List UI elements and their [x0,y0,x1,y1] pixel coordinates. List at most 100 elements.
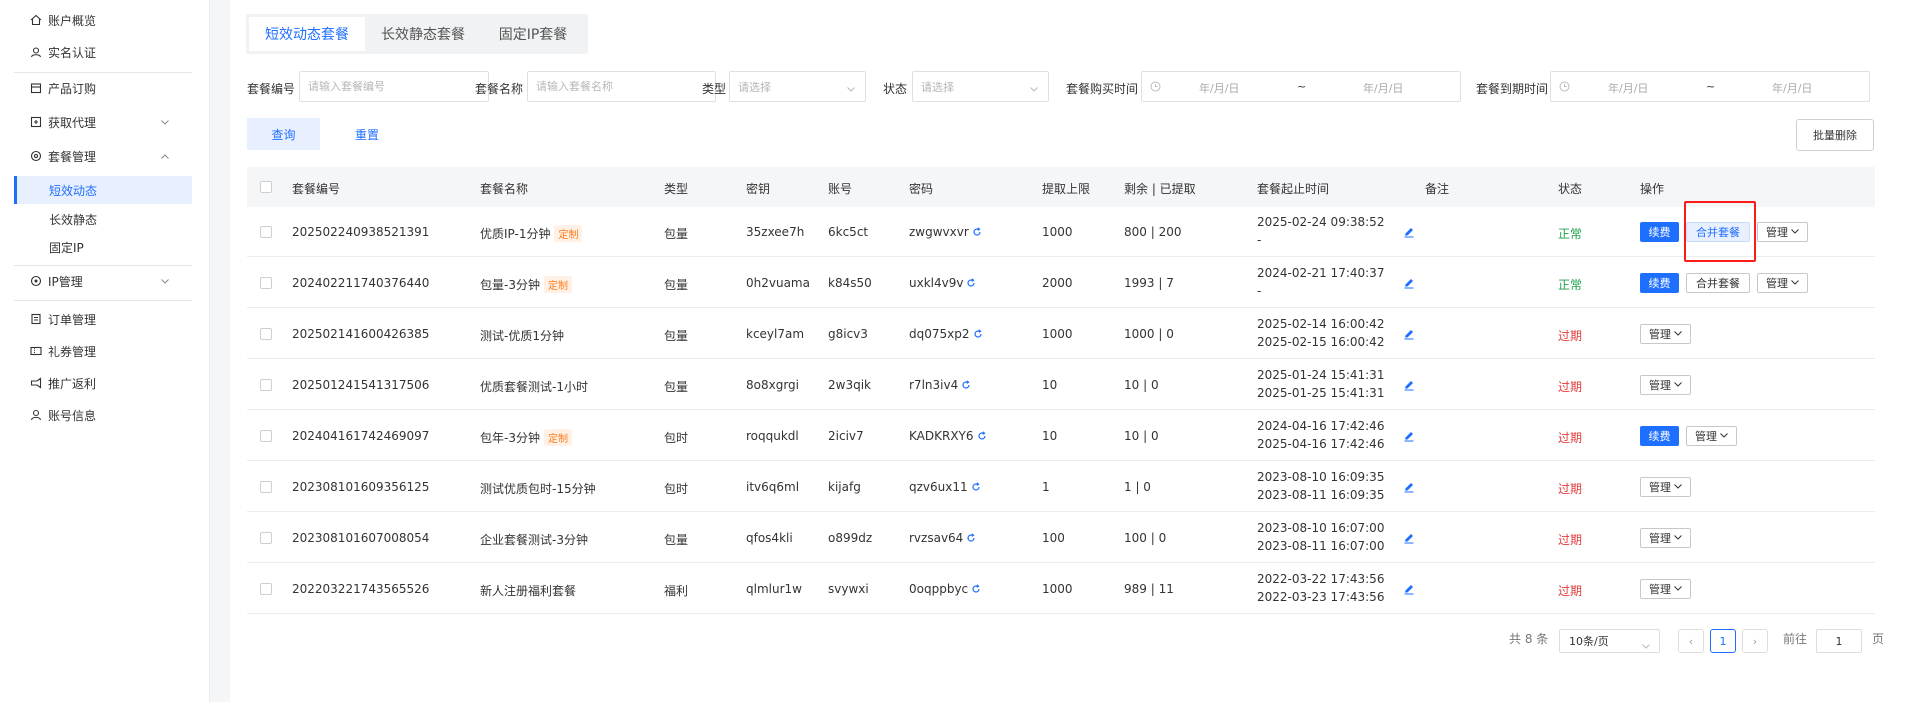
refresh-icon[interactable] [971,583,981,597]
tab-long-static[interactable]: 长效静态套餐 [365,17,481,51]
page-button-1[interactable]: 1 [1710,629,1736,653]
refresh-icon[interactable] [977,430,987,444]
chevron-right-icon: › [1752,634,1758,648]
nav-item-account-overview[interactable]: 账户概览 [0,6,192,34]
renew-button[interactable]: 续费 [1640,426,1679,446]
cell-remain: 10 | 0 [1124,378,1159,392]
manage-dropdown-button[interactable]: 管理 [1686,426,1737,446]
type-select[interactable]: 请选择 [729,71,866,102]
prev-page-button[interactable]: ‹ [1678,629,1704,653]
chevron-down-icon [1674,380,1682,390]
divider [14,72,192,73]
package-id-input[interactable] [308,80,488,93]
sub-item-long-static[interactable]: 长效静态 [14,205,192,233]
manage-dropdown-button[interactable]: 管理 [1640,477,1691,497]
refresh-icon[interactable] [966,277,976,291]
cell-limit: 10 [1042,378,1058,392]
refresh-icon[interactable] [966,532,976,546]
status-select[interactable]: 请选择 [912,71,1049,102]
row-checkbox[interactable] [260,277,272,289]
cell-start-time: 2024-02-21 17:40:37 [1257,266,1385,280]
cell-account: o899dz [828,531,873,545]
nav-item-product-order[interactable]: 产品订购 [0,74,192,102]
manage-label: 管理 [1649,481,1671,494]
table-row: 202501241541317506 优质套餐测试-1小时 包量 8o8xgrgi 2w… [247,360,1875,410]
sub-item-short-dynamic[interactable]: 短效动态 [14,176,192,204]
cell-key: 8o8xgrgi [746,378,800,392]
row-checkbox[interactable] [260,583,272,595]
manage-dropdown-button[interactable]: 管理 [1640,324,1691,344]
nav-item-promotion[interactable]: 推广返利 [0,369,192,397]
cell-package-id: 202502240938521391 [292,225,430,239]
cell-key: qfos4kli [746,531,793,545]
order-icon [29,313,42,326]
edit-note-icon[interactable] [1403,226,1415,238]
nav-item-package-management[interactable]: 套餐管理 [0,142,192,170]
edit-note-icon[interactable] [1403,379,1415,391]
manage-dropdown-button[interactable]: 管理 [1640,375,1691,395]
row-checkbox[interactable] [260,430,272,442]
refresh-icon[interactable] [961,379,971,393]
filter-label-type: 类型 [702,82,727,96]
edit-note-icon[interactable] [1403,583,1415,595]
edit-note-icon[interactable] [1403,430,1415,442]
refresh-icon[interactable] [973,328,983,342]
row-checkbox[interactable] [260,328,272,340]
nav-item-real-name[interactable]: 实名认证 [0,38,192,66]
edit-note-icon[interactable] [1403,532,1415,544]
main-panel: 短效动态套餐 长效静态套餐 固定IP套餐 套餐编号 套餐名称 类型 请选择 状态… [230,0,1910,702]
edit-note-icon[interactable] [1403,277,1415,289]
cell-key: 0h2vuama [746,276,810,290]
cell-end-time: 2023-08-11 16:07:00 [1257,539,1385,553]
cell-limit: 1000 [1042,582,1073,596]
select-all-checkbox[interactable] [260,181,272,193]
cell-type: 包量 [664,533,689,547]
package-name-input[interactable] [536,80,715,93]
proxy-icon [29,116,42,129]
nav-item-get-proxy[interactable]: 获取代理 [0,108,192,136]
buy-time-range-picker[interactable]: 年/月/日 ~ 年/月/日 [1141,71,1461,102]
range-separator: ~ [1706,80,1716,93]
tab-fixed-ip[interactable]: 固定IP套餐 [481,17,585,51]
manage-dropdown-button[interactable]: 管理 [1757,273,1808,293]
row-checkbox[interactable] [260,532,272,544]
row-checkbox[interactable] [260,226,272,238]
renew-button[interactable]: 续费 [1640,273,1679,293]
cell-password: 0oqppbyc [909,582,981,597]
query-button[interactable]: 查询 [247,118,320,150]
merge-package-button[interactable]: 合并套餐 [1686,273,1750,293]
row-checkbox[interactable] [260,379,272,391]
refresh-icon[interactable] [972,226,982,240]
goto-page-input[interactable]: 1 [1816,629,1862,653]
refresh-icon[interactable] [971,481,981,495]
nav-item-order-management[interactable]: 订单管理 [0,305,192,333]
batch-delete-button[interactable]: 批量删除 [1796,119,1874,151]
cell-package-id: 202308101607008054 [292,531,430,545]
cell-start-time: 2023-08-10 16:07:00 [1257,521,1385,535]
edit-note-icon[interactable] [1403,481,1415,493]
expire-time-range-picker[interactable]: 年/月/日 ~ 年/月/日 [1550,71,1870,102]
merge-package-button[interactable]: 合并套餐 [1686,222,1750,242]
nav-label: 订单管理 [48,312,97,327]
chevron-left-icon: ‹ [1688,634,1694,648]
next-page-button[interactable]: › [1742,629,1768,653]
sub-item-fixed-ip[interactable]: 固定IP [14,233,192,261]
tab-short-dynamic[interactable]: 短效动态套餐 [249,17,365,51]
manage-dropdown-button[interactable]: 管理 [1640,528,1691,548]
cell-key: kceyl7am [746,327,805,341]
package-name-input-box [527,71,716,102]
cell-remain: 1000 | 0 [1124,327,1174,341]
manage-label: 管理 [1649,583,1671,596]
nav-item-ip-management[interactable]: IP管理 [0,267,192,295]
page-size-select[interactable]: 10条/页 [1559,629,1660,653]
manage-dropdown-button[interactable]: 管理 [1757,222,1808,242]
nav-label: 账号信息 [48,408,97,423]
renew-button[interactable]: 续费 [1640,222,1679,242]
nav-item-account-info[interactable]: 账号信息 [0,401,192,429]
nav-item-coupon-management[interactable]: 礼券管理 [0,337,192,365]
manage-dropdown-button[interactable]: 管理 [1640,579,1691,599]
reset-button[interactable]: 重置 [331,118,403,150]
edit-note-icon[interactable] [1403,328,1415,340]
row-checkbox[interactable] [260,481,272,493]
custom-tag: 定制 [543,429,572,446]
